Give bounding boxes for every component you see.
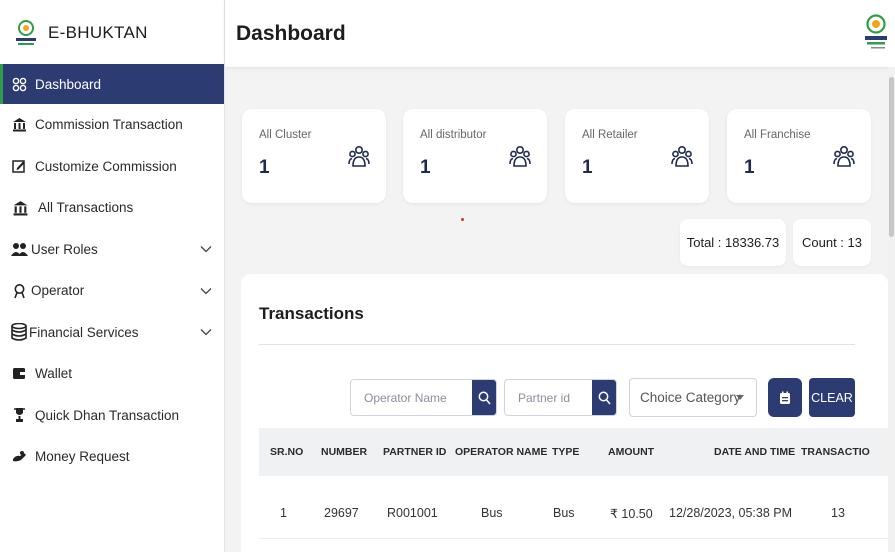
cell-date-time: 12/28/2023, 05:38 PM: [669, 506, 793, 520]
partner-id-input[interactable]: [505, 380, 592, 415]
money-icon: [10, 448, 28, 466]
sidebar-item-label: Commission Transaction: [35, 117, 183, 133]
indicator-dot: [461, 218, 464, 221]
column-header[interactable]: OPERATOR NAME: [455, 446, 547, 458]
sidebar-item-all-transactions[interactable]: All Transactions: [0, 187, 224, 229]
brand[interactable]: E-BHUKTAN: [0, 0, 224, 66]
stat-value: 1: [744, 157, 755, 178]
sidebar-item-financial-services[interactable]: Financial Services: [0, 312, 224, 354]
wallet-icon: [10, 365, 28, 383]
operator-search-button[interactable]: [472, 380, 496, 415]
chevron-down-icon[interactable]: [200, 243, 212, 255]
cell-amount: ₹ 10.50: [610, 507, 653, 521]
stat-card-franchise[interactable]: All Franchise 1: [727, 109, 871, 203]
chevron-down-icon[interactable]: [200, 285, 212, 297]
cell-sr-no: 1: [280, 506, 287, 520]
sidebar-item-label: Money Request: [35, 449, 130, 465]
cell-number: 29697: [324, 506, 359, 520]
sidebar-item-quick-dhan-transaction[interactable]: Quick Dhan Transaction: [0, 395, 224, 437]
sidebar-item-dashboard[interactable]: Dashboard: [0, 64, 224, 104]
group-icon: [509, 145, 531, 167]
grid-icon: [10, 75, 28, 93]
sidebar-nav: Dashboard Commission Transaction Customi…: [0, 64, 224, 478]
sidebar-item-commission-transaction[interactable]: Commission Transaction: [0, 104, 224, 146]
brand-logo-icon: [16, 20, 36, 45]
stat-card-cluster[interactable]: All Cluster 1: [242, 109, 386, 203]
column-header[interactable]: PARTNER ID: [383, 446, 446, 458]
cell-transaction: 13: [831, 506, 845, 520]
trophy-icon: [10, 406, 28, 424]
column-header[interactable]: DATE AND TIME: [714, 446, 795, 458]
main-content: All Cluster 1 All distributor 1 All Reta…: [225, 67, 888, 552]
sidebar-item-label: Quick Dhan Transaction: [35, 407, 180, 423]
category-select-value: Choice Category: [640, 390, 741, 405]
scrollbar[interactable]: [888, 67, 895, 552]
search-icon: [478, 391, 491, 404]
edit-icon: [10, 157, 28, 175]
stat-value: 1: [582, 157, 593, 178]
sidebar-item-label: Dashboard: [35, 76, 102, 92]
brand-name: E-BHUKTAN: [48, 23, 148, 42]
bank-icon: [10, 199, 31, 217]
sidebar-item-label: All Transactions: [38, 200, 134, 216]
users-icon: [10, 240, 28, 258]
operator-icon: [10, 282, 28, 300]
group-icon: [833, 145, 855, 167]
total-badge: Total : 18336.73: [680, 219, 786, 266]
table-header: SR.NO NUMBER PARTNER ID OPERATOR NAME TY…: [259, 428, 888, 476]
sidebar-item-money-request[interactable]: Money Request: [0, 436, 224, 478]
stat-card-retailer[interactable]: All Retailer 1: [565, 109, 709, 203]
calendar-button[interactable]: [768, 378, 802, 417]
scrollbar-thumb[interactable]: [889, 77, 894, 237]
column-header[interactable]: AMOUNT: [608, 446, 654, 458]
search-icon: [598, 391, 611, 404]
cell-partner-id: R001001: [387, 506, 438, 520]
count-badge: Count : 13: [793, 219, 871, 266]
partner-search: [504, 379, 617, 416]
top-header: Dashboard: [225, 0, 895, 67]
sidebar-item-customize-commission[interactable]: Customize Commission: [0, 146, 224, 188]
column-header[interactable]: SR.NO: [270, 446, 303, 458]
page-title: Dashboard: [236, 21, 346, 45]
operator-name-input[interactable]: [351, 380, 472, 415]
sidebar-item-label: Financial Services: [29, 324, 139, 340]
group-icon: [348, 145, 370, 167]
bank-icon: [10, 116, 28, 134]
sidebar-item-label: Operator: [31, 283, 85, 299]
category-select[interactable]: Choice Category: [629, 378, 757, 417]
stat-label: All Franchise: [744, 129, 811, 141]
sidebar-item-user-roles[interactable]: User Roles: [0, 229, 224, 271]
database-icon: [10, 322, 28, 341]
stat-card-distributor[interactable]: All distributor 1: [403, 109, 547, 203]
column-header[interactable]: TRANSACTIO: [801, 446, 888, 458]
divider: [259, 344, 855, 345]
stat-label: All distributor: [420, 129, 487, 141]
clear-button[interactable]: CLEAR: [809, 378, 855, 417]
stat-label: All Retailer: [582, 129, 638, 141]
cell-type: Bus: [553, 506, 575, 520]
chevron-down-icon[interactable]: [200, 326, 212, 338]
operator-search: [350, 379, 497, 416]
stat-value: 1: [259, 157, 270, 178]
stat-value: 1: [420, 157, 431, 178]
panel-title: Transactions: [259, 304, 364, 323]
sidebar-item-wallet[interactable]: Wallet: [0, 353, 224, 395]
column-header[interactable]: TYPE: [552, 446, 579, 458]
group-icon: [671, 145, 693, 167]
sidebar-item-label: User Roles: [31, 241, 98, 257]
sidebar: E-BHUKTAN Dashboard Commission Transacti…: [0, 0, 225, 552]
partner-search-button[interactable]: [592, 380, 616, 415]
caret-down-icon: [736, 395, 744, 400]
stat-label: All Cluster: [259, 129, 312, 141]
sidebar-item-label: Customize Commission: [35, 158, 177, 174]
calendar-icon: [780, 391, 790, 404]
header-logo-icon[interactable]: [863, 12, 889, 52]
sidebar-item-operator[interactable]: Operator: [0, 270, 224, 312]
transactions-panel: Transactions Choice Category CLEAR SR.NO…: [241, 274, 888, 552]
sidebar-item-label: Wallet: [35, 366, 73, 382]
column-header[interactable]: NUMBER: [321, 446, 367, 458]
cell-operator-name: Bus: [481, 506, 503, 520]
table-row[interactable]: 1 29697 R001001 Bus Bus ₹ 10.50 12/28/20…: [259, 484, 888, 539]
